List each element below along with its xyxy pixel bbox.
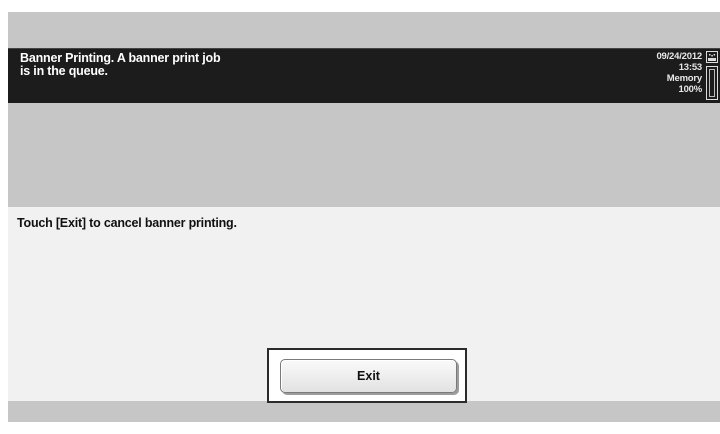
status-bar: Banner Printing. A banner print job is i… — [8, 48, 720, 103]
status-message: Banner Printing. A banner print job is i… — [20, 52, 380, 78]
memory-value: 100% — [678, 84, 703, 95]
memory-label: Memory — [666, 73, 702, 84]
cancel-instruction-text: Touch [Exit] to cancel banner printing. — [17, 216, 237, 230]
memory-gauge — [706, 66, 718, 100]
memory-indicator-icon — [706, 51, 718, 63]
exit-button[interactable]: Exit — [280, 359, 457, 393]
status-time: 13:53 — [678, 62, 703, 73]
message-panel: Touch [Exit] to cancel banner printing. … — [8, 207, 720, 403]
status-info: 09/24/2012 13:53 Memory 100% — [656, 51, 702, 95]
status-date: 09/24/2012 — [656, 51, 702, 62]
touch-panel-screen: Banner Printing. A banner print job is i… — [8, 12, 720, 422]
status-message-line-2: is in the queue. — [20, 64, 108, 78]
memory-gauge-fill — [709, 69, 715, 97]
exit-button-frame: Exit — [267, 348, 467, 403]
